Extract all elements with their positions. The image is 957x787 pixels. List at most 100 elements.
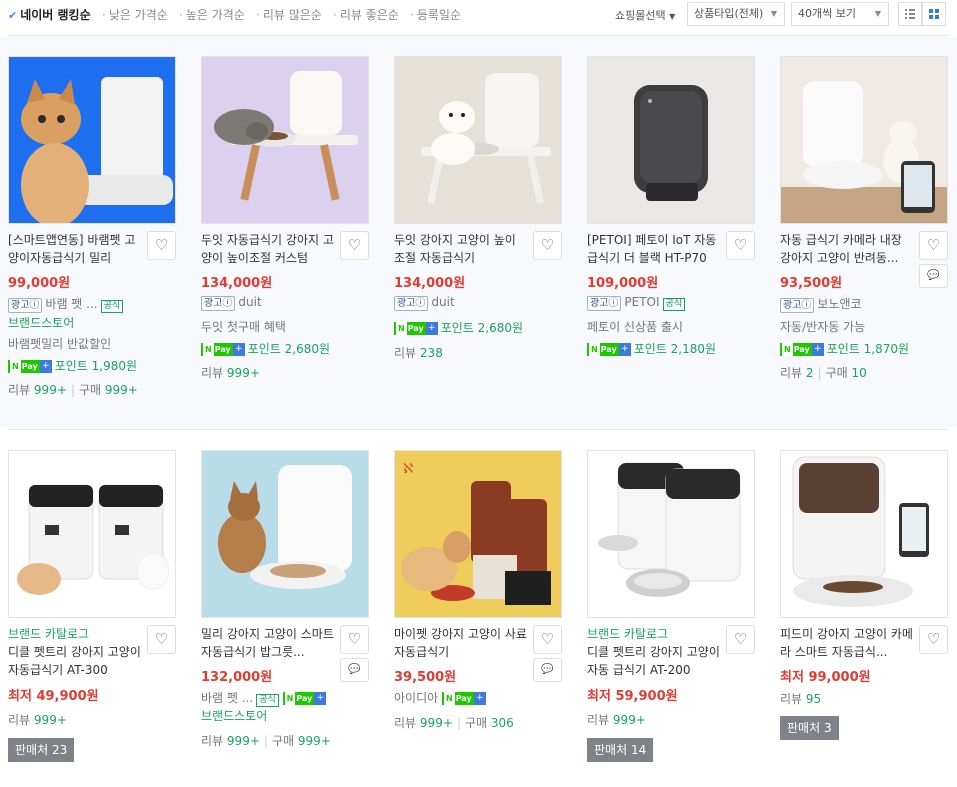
product-image[interactable] [8,56,176,224]
wishlist-heart-button[interactable]: ♡ [726,231,755,260]
seller-line: 광고ⓘ duit [394,295,455,311]
seller-name[interactable]: 아이디아 [394,691,438,705]
review-purchase: 리뷰 2 | 구매 10 [780,366,867,380]
talktalk-button[interactable]: 💬 [340,658,369,682]
npay-icon: N Pay [394,322,426,335]
official-badge: 공식 [100,300,124,313]
product-title[interactable]: 밀리 강아지 고양이 스마트 자동급식기 밥그릇... [201,625,336,661]
heart-icon: ♡ [154,236,169,254]
product-card: ℵ 마이펫 강아지 고양이 사료 자동급식기 ♡ 💬 39,500원 아이디아 … [394,450,564,730]
product-card: 브랜드 카탈로그 디클 펫트리 강아지 고양이 자동 급식기 AT-200 ♡ … [587,450,757,762]
heart-icon: ♡ [347,236,362,254]
product-title[interactable]: 디클 펫트리 강아지 고양이 자동 급식기 AT-200 [587,643,722,679]
ad-badge[interactable]: 광고ⓘ [201,296,236,311]
product-title[interactable]: 마이펫 강아지 고양이 사료 자동급식기 [394,625,529,661]
product-image[interactable] [587,56,755,224]
product-title[interactable]: 디클 펫트리 강아지 고양이 자동급식기 AT-300 [8,643,143,679]
npay-point: N Pay + 포인트 1,980원 [8,357,137,374]
seller-name[interactable]: PETOI [624,295,659,309]
seller-count-button[interactable]: 판매처 3 [780,716,839,740]
sort-ranking[interactable]: ✔ 네이버 랭킹순 [8,6,91,23]
product-card: 피드미 강아지 고양이 카메라 스마트 자동급식... ♡ 최저 99,000원… [780,450,950,740]
review-purchase: 리뷰 999+ | 구매 999+ [201,734,331,748]
sort-newest[interactable]: · 등록일순 [410,6,461,23]
ad-badge[interactable]: 광고ⓘ [394,296,429,311]
npay-icon: N Pay [780,343,812,356]
grid-view-button[interactable] [922,2,946,26]
product-price: 109,000원 [587,276,659,291]
brand-catalog-label[interactable]: 브랜드 카탈로그 [8,625,89,642]
seller-line: 광고ⓘ PETOI 공식 [587,295,686,311]
promo-text: 페토이 신상품 출시 [587,320,683,334]
heart-icon: ♡ [540,630,555,648]
heart-icon: ♡ [540,236,555,254]
product-title[interactable]: 두잇 강아지 고양이 높이 조절 자동급식기 [394,231,529,267]
seller-name[interactable]: duit [431,295,454,309]
product-card: 브랜드 카탈로그 디클 펫트리 강아지 고양이 자동급식기 AT-300 ♡ 최… [8,450,178,762]
sort-review-score[interactable]: · 리뷰 좋은순 [333,6,399,23]
chat-icon: 💬 [348,664,361,675]
product-title[interactable]: [PETOI] 페토이 IoT 자동 급식기 더 블랙 HT-P70 [587,231,722,267]
divider [8,429,948,430]
talktalk-button[interactable]: 💬 [919,264,948,288]
sort-low-price[interactable]: · 낮은 가격순 [102,6,168,23]
list-view-button[interactable] [898,2,922,26]
seller-count-button[interactable]: 판매처 14 [587,738,654,762]
product-title[interactable]: 두잇 자동급식기 강아지 고양이 높이조절 커스텀 [201,231,336,267]
review-count: 리뷰 238 [394,346,443,360]
wishlist-heart-button[interactable]: ♡ [726,625,755,654]
product-image[interactable] [201,450,369,618]
npay-point: N Pay + 포인트 2,180원 [587,340,716,357]
seller-name[interactable]: duit [238,295,261,309]
sort-high-price[interactable]: · 높은 가격순 [179,6,245,23]
product-type-select[interactable]: 상품타입(전체) ▼ [687,2,785,26]
seller-name[interactable]: 바램 펫 ... [201,691,253,705]
per-page-select[interactable]: 40개씩 보기 ▼ [791,2,889,26]
wishlist-heart-button[interactable]: ♡ [919,231,948,260]
ad-badge[interactable]: 광고ⓘ [780,298,815,313]
product-image[interactable] [780,450,948,618]
product-price: 최저 99,000원 [780,670,871,685]
caret-down-icon: ▼ [874,9,881,18]
talktalk-button[interactable]: 💬 [533,658,562,682]
wishlist-heart-button[interactable]: ♡ [340,625,369,654]
seller-count-button[interactable]: 판매처 23 [8,738,75,762]
product-price: 99,000원 [8,276,71,291]
product-image[interactable] [201,56,369,224]
wishlist-heart-button[interactable]: ♡ [147,231,176,260]
product-image[interactable] [8,450,176,618]
seller-name[interactable]: 보노앤코 [817,297,861,311]
wishlist-heart-button[interactable]: ♡ [919,625,948,654]
seller-line: 아이디아 N Pay + [394,689,489,706]
sort-review-count[interactable]: · 리뷰 많은순 [256,6,322,23]
ad-badge[interactable]: 광고ⓘ [8,298,43,313]
heart-icon: ♡ [733,630,748,648]
brandstore-label[interactable]: 브랜드스토어 [8,314,74,331]
product-image[interactable] [394,56,562,224]
wishlist-heart-button[interactable]: ♡ [533,625,562,654]
seller-name[interactable]: 바램 펫 ... [45,297,97,311]
seller-line: 바램 펫 ... 공식 N Pay + [201,689,329,707]
promo-text: 두잇 첫구매 혜택 [201,320,286,334]
product-title[interactable]: 피드미 강아지 고양이 카메라 스마트 자동급식... [780,625,915,661]
product-price: 132,000원 [201,670,273,685]
wishlist-heart-button[interactable]: ♡ [340,231,369,260]
brandstore-label[interactable]: 브랜드스토어 [201,707,267,724]
wishlist-heart-button[interactable]: ♡ [147,625,176,654]
product-image[interactable] [780,56,948,224]
brand-catalog-label[interactable]: 브랜드 카탈로그 [587,625,668,642]
ad-badge[interactable]: 광고ⓘ [587,296,622,311]
caret-down-icon: ▼ [669,12,676,21]
mall-select[interactable]: 쇼핑몰선택 ▼ [615,7,675,23]
product-image[interactable]: ℵ [394,450,562,618]
wishlist-heart-button[interactable]: ♡ [533,231,562,260]
product-image[interactable] [587,450,755,618]
product-title[interactable]: 자동 급식기 카메라 내장 강아지 고양이 반려동... [780,231,915,267]
product-price: 최저 59,900원 [587,689,678,704]
npay-point: N Pay + 포인트 1,870원 [780,340,909,357]
chat-icon: 💬 [541,664,554,675]
product-title[interactable]: [스마트앱연동] 바램펫 고양이자동급식기 밀리 [8,231,143,267]
promo-text: 자동/반자동 가능 [780,320,866,334]
npay-icon: N Pay [201,343,233,356]
caret-down-icon: ▼ [770,9,777,18]
